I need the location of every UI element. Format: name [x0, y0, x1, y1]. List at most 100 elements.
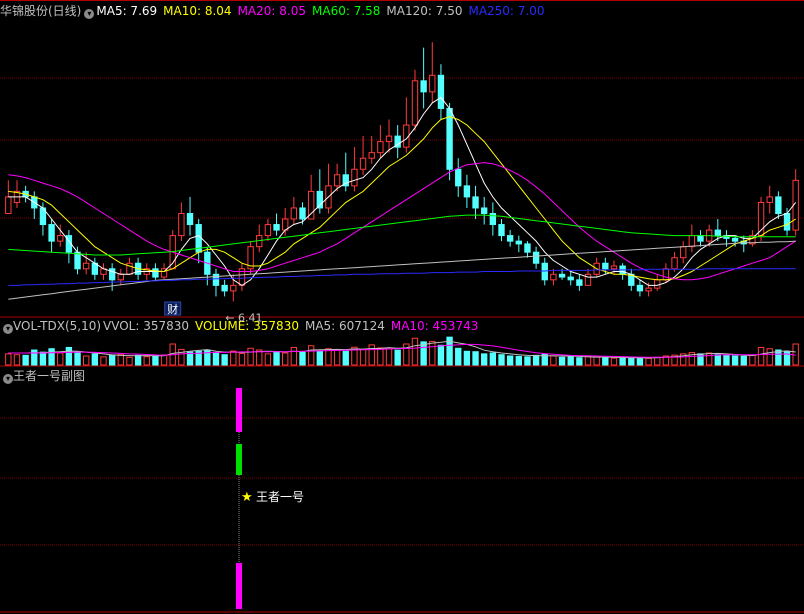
candle-body-26: [230, 284, 237, 292]
grid-lines: [0, 0, 804, 613]
price-annotations: ← 6.41 财: [164, 301, 263, 324]
volume-bar-65: [567, 356, 574, 366]
signal-panel: ★ 王者一号: [236, 388, 304, 609]
volume-bar-57: [498, 354, 505, 366]
candle-body-67: [584, 273, 592, 286]
volume-bar-45: [394, 349, 401, 366]
candle-body-88: [766, 196, 773, 203]
volume-bar-56: [489, 352, 497, 366]
candle-body-60: [524, 243, 531, 253]
candle-body-30: [264, 224, 272, 237]
volume-bar-69: [602, 357, 609, 366]
volume-bar-49: [429, 340, 436, 366]
candle-body-62: [541, 262, 548, 281]
volume-bar-47: [411, 337, 419, 366]
candle-body-9: [83, 262, 90, 270]
volume-bar-5: [48, 348, 55, 366]
volume-bar-71: [619, 356, 626, 366]
candle-body-41: [359, 157, 367, 170]
candle-body-38: [333, 174, 341, 187]
volume-bar-12: [108, 354, 116, 366]
volume-bar-33: [290, 346, 298, 366]
volume-bar-63: [550, 355, 557, 366]
candle-body-33: [290, 207, 298, 220]
volume-bar-15: [134, 354, 142, 366]
volume-bar-53: [463, 350, 471, 366]
volume-bar-14: [126, 356, 133, 366]
signal-bar-magenta-top: [236, 388, 242, 432]
candle-body-70: [610, 265, 618, 270]
candle-body-43: [377, 141, 384, 154]
candle-body-20: [178, 212, 185, 237]
volume-bar-66: [576, 357, 583, 366]
candle-body-75: [654, 279, 661, 289]
candle-body-42: [368, 152, 375, 159]
volume-bar-38: [333, 349, 341, 366]
volume-bar-43: [377, 347, 384, 366]
event-marker-label: 财: [167, 302, 178, 316]
candle-body-78: [680, 246, 687, 259]
candle-body-84: [731, 237, 739, 242]
candle-body-74: [645, 287, 652, 292]
volume-bar-30: [264, 353, 272, 366]
candle-body-52: [455, 168, 462, 187]
volume-bar-87: [757, 346, 765, 366]
volume-bar-31: [273, 351, 280, 366]
candle-body-44: [385, 135, 393, 143]
volume-bar-27: [238, 352, 246, 366]
candle-body-58: [506, 235, 514, 242]
volume-bar-60: [524, 356, 531, 366]
volume-bar-3: [31, 349, 38, 366]
volume-bar-2: [22, 354, 29, 366]
candle-body-31: [273, 224, 280, 231]
volume-bar-42: [368, 344, 375, 366]
signal-label: 王者一号: [256, 490, 304, 504]
volume-bar-28: [247, 347, 254, 366]
candle-body-89: [775, 196, 782, 214]
volume-bar-58: [506, 355, 514, 366]
volume-bar-1: [13, 354, 21, 366]
candle-body-25: [221, 284, 228, 292]
candle-body-8: [74, 251, 81, 270]
candle-body-65: [567, 276, 574, 281]
chart-canvas[interactable]: ← 6.41 财 ★ 王者一号: [0, 0, 804, 614]
candle-body-90: [783, 212, 791, 231]
candle-body-77: [671, 257, 678, 270]
candle-body-66: [576, 279, 583, 286]
candle-body-49: [429, 74, 436, 93]
ma-line-ma60: [8, 214, 796, 256]
signal-bar-magenta-bottom: [236, 563, 242, 609]
candle-body-0: [5, 196, 12, 214]
candle-body-59: [515, 240, 522, 245]
volume-bar-24: [212, 352, 220, 366]
candle-body-34: [299, 207, 306, 220]
volume-bar-74: [645, 357, 652, 366]
candle-body-13: [117, 273, 124, 281]
candle-body-73: [636, 284, 644, 292]
volume-bar-85: [740, 355, 747, 366]
candle-body-48: [420, 80, 427, 93]
candle-body-40: [351, 168, 358, 187]
volume-bar-25: [221, 354, 228, 366]
candle-body-6: [57, 235, 64, 242]
volume-bar-75: [654, 356, 661, 366]
volume-bar-29: [256, 349, 263, 366]
volume-bar-6: [57, 352, 64, 366]
volume-bar-0: [5, 353, 12, 366]
volume-bar-11: [100, 356, 107, 366]
candle-body-17: [152, 268, 159, 278]
candle-body-57: [498, 224, 505, 237]
candle-body-76: [662, 268, 670, 281]
volume-bar-55: [481, 353, 488, 366]
volume-bar-83: [723, 355, 730, 366]
volume-bars: [5, 336, 799, 366]
candle-body-82: [714, 229, 721, 237]
star-icon: ★: [241, 490, 253, 505]
volume-bar-64: [558, 356, 566, 366]
candle-body-64: [558, 273, 566, 278]
volume-bar-73: [636, 358, 644, 366]
candle-body-80: [697, 235, 704, 242]
volume-bar-32: [282, 352, 289, 366]
candle-body-69: [602, 262, 609, 270]
volume-bar-17: [152, 355, 159, 366]
